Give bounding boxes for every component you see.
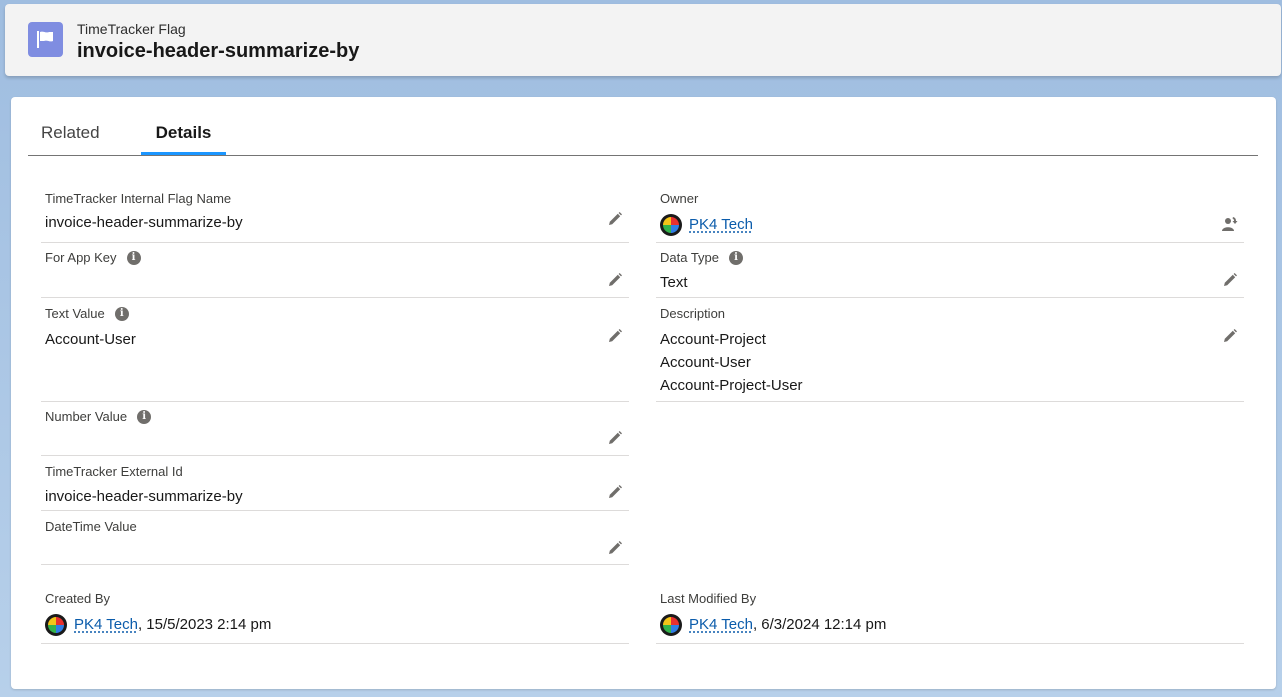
info-icon[interactable]: i bbox=[729, 250, 744, 265]
field-description: Description Account-Project Account-User… bbox=[656, 298, 1244, 402]
field-label: For App Key i bbox=[45, 250, 141, 265]
page-title: invoice-header-summarize-by bbox=[77, 40, 360, 62]
field-label-text: Number Value bbox=[45, 409, 128, 424]
field-last-modified-by: Last Modified By PK4 Tech , 6/3/2024 12:… bbox=[656, 587, 1244, 644]
user-avatar-icon bbox=[660, 613, 682, 636]
description-line: Account-User bbox=[660, 354, 751, 371]
tab-related[interactable]: Related bbox=[41, 123, 100, 153]
field-external-id: TimeTracker External Id invoice-header-s… bbox=[41, 456, 629, 511]
last-modified-date: , 6/3/2024 12:14 pm bbox=[752, 616, 887, 633]
user-avatar-icon bbox=[660, 213, 682, 236]
pencil-icon[interactable] bbox=[607, 430, 623, 446]
info-icon[interactable]: i bbox=[126, 250, 141, 265]
field-value: invoice-header-summarize-by bbox=[45, 488, 243, 505]
tab-bar: Related Details bbox=[28, 97, 1258, 156]
field-label: Data Type i bbox=[660, 250, 744, 265]
pencil-icon[interactable] bbox=[607, 272, 623, 288]
field-value: invoice-header-summarize-by bbox=[45, 214, 243, 231]
field-label: TimeTracker Internal Flag Name bbox=[45, 191, 232, 206]
field-data-type: Data Type i Text bbox=[656, 243, 1244, 298]
record-detail-card: Related Details TimeTracker Internal Fla… bbox=[11, 97, 1276, 689]
pencil-icon[interactable] bbox=[607, 211, 623, 227]
field-value: Account-User bbox=[45, 331, 136, 348]
field-label-text: Text Value bbox=[45, 306, 105, 321]
field-created-by: Created By PK4 Tech , 15/5/2023 2:14 pm bbox=[41, 587, 629, 644]
flag-icon bbox=[28, 22, 63, 57]
object-type-label: TimeTracker Flag bbox=[77, 21, 186, 37]
field-label: Description bbox=[660, 306, 726, 321]
field-value: PK4 Tech bbox=[660, 213, 753, 236]
active-tab-indicator bbox=[141, 152, 226, 155]
description-line: Account-Project-User bbox=[660, 377, 803, 394]
record-header: TimeTracker Flag invoice-header-summariz… bbox=[5, 4, 1281, 76]
field-for-app-key: For App Key i bbox=[41, 243, 629, 298]
field-owner: Owner PK4 Tech bbox=[656, 187, 1244, 243]
field-number-value: Number Value i bbox=[41, 402, 629, 456]
tab-details[interactable]: Details bbox=[141, 123, 226, 153]
field-label-text: For App Key bbox=[45, 250, 117, 265]
pencil-icon[interactable] bbox=[607, 484, 623, 500]
created-by-user-link[interactable]: PK4 Tech bbox=[74, 613, 138, 636]
owner-link[interactable]: PK4 Tech bbox=[689, 213, 753, 236]
field-value: PK4 Tech , 6/3/2024 12:14 pm bbox=[660, 613, 886, 636]
info-icon[interactable]: i bbox=[137, 409, 152, 424]
description-line: Account-Project bbox=[660, 331, 766, 348]
field-internal-flag-name: TimeTracker Internal Flag Name invoice-h… bbox=[41, 187, 629, 243]
field-label: Created By bbox=[45, 591, 111, 606]
pencil-icon[interactable] bbox=[607, 540, 623, 556]
field-value: Text bbox=[660, 274, 688, 291]
pencil-icon[interactable] bbox=[1222, 272, 1238, 288]
field-label: Number Value i bbox=[45, 409, 152, 424]
last-modified-by-user-link[interactable]: PK4 Tech bbox=[689, 613, 753, 636]
field-value: PK4 Tech , 15/5/2023 2:14 pm bbox=[45, 613, 271, 636]
info-icon[interactable]: i bbox=[114, 306, 129, 321]
change-owner-icon[interactable] bbox=[1220, 215, 1238, 233]
field-label-text: Data Type bbox=[660, 250, 720, 265]
field-label: DateTime Value bbox=[45, 519, 137, 534]
field-text-value: Text Value i Account-User bbox=[41, 298, 629, 402]
field-label: Text Value i bbox=[45, 306, 129, 321]
field-label: Owner bbox=[660, 191, 699, 206]
field-label: TimeTracker External Id bbox=[45, 464, 183, 479]
field-datetime-value: DateTime Value bbox=[41, 511, 629, 565]
field-label: Last Modified By bbox=[660, 591, 757, 606]
pencil-icon[interactable] bbox=[1222, 328, 1238, 344]
created-date: , 15/5/2023 2:14 pm bbox=[137, 616, 272, 633]
user-avatar-icon bbox=[45, 613, 67, 636]
field-value: Account-Project Account-User Account-Pro… bbox=[660, 328, 803, 397]
pencil-icon[interactable] bbox=[607, 328, 623, 344]
